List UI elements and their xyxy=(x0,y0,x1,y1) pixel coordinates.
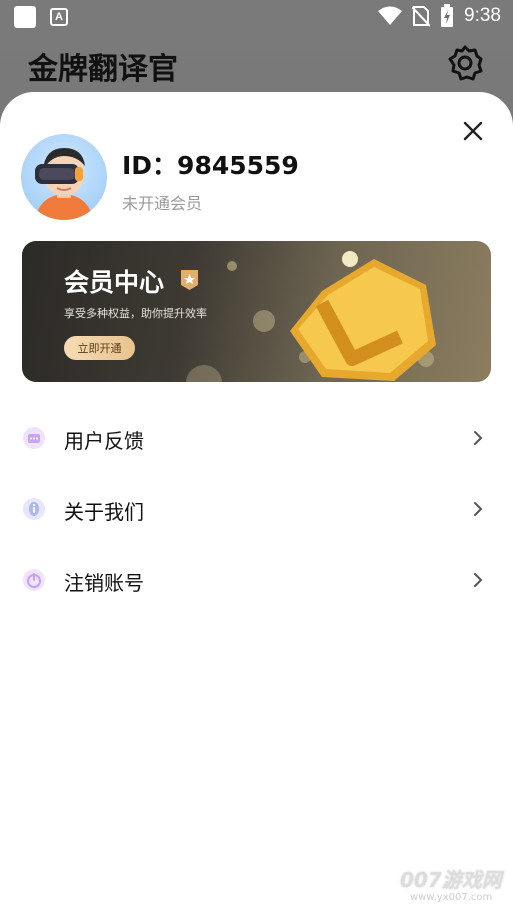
banner-title: 会员中心 xyxy=(64,268,165,297)
open-membership-button[interactable]: 立即开通 xyxy=(64,336,135,360)
no-sim-icon xyxy=(412,6,431,27)
vr-avatar-illustration xyxy=(35,148,93,220)
member-status: 未开通会员 xyxy=(122,194,203,213)
info-icon xyxy=(23,498,45,520)
app-title: 金牌翻译官 xyxy=(28,52,178,87)
watermark-brand: 007游戏网 xyxy=(400,868,502,892)
menu-label-delete-account: 注销账号 xyxy=(64,571,144,595)
close-icon[interactable] xyxy=(460,118,486,144)
chevron-right-icon xyxy=(474,502,483,516)
watermark-url: www.yx007.com xyxy=(410,892,493,903)
menu-label-about: 关于我们 xyxy=(64,500,144,524)
banner-subtitle: 享受多种权益，助你提升效率 xyxy=(64,307,207,320)
wifi-icon xyxy=(378,6,403,25)
power-icon xyxy=(23,569,45,591)
member-center-banner[interactable]: 会员中心 享受多种权益，助你提升效率 立即开通 xyxy=(22,241,491,382)
menu-label-feedback: 用户反馈 xyxy=(64,429,144,453)
member-badge-icon xyxy=(181,270,198,290)
gear-icon[interactable] xyxy=(446,44,484,82)
avatar[interactable] xyxy=(21,134,107,220)
menu-item-delete-account[interactable]: 注销账号 xyxy=(0,555,513,605)
user-id: ID：9845559 xyxy=(122,151,299,180)
menu-item-about[interactable]: 关于我们 xyxy=(0,484,513,534)
status-bar: A 9:38 xyxy=(0,0,513,36)
battery-charging-icon xyxy=(441,4,454,27)
notification-square-icon xyxy=(14,6,36,28)
chevron-right-icon xyxy=(474,431,483,445)
menu-item-feedback[interactable]: 用户反馈 xyxy=(0,413,513,463)
chevron-right-icon xyxy=(474,573,483,587)
status-time: 9:38 xyxy=(464,5,501,26)
text-a-icon: A xyxy=(50,8,68,26)
feedback-chat-icon xyxy=(23,427,45,449)
